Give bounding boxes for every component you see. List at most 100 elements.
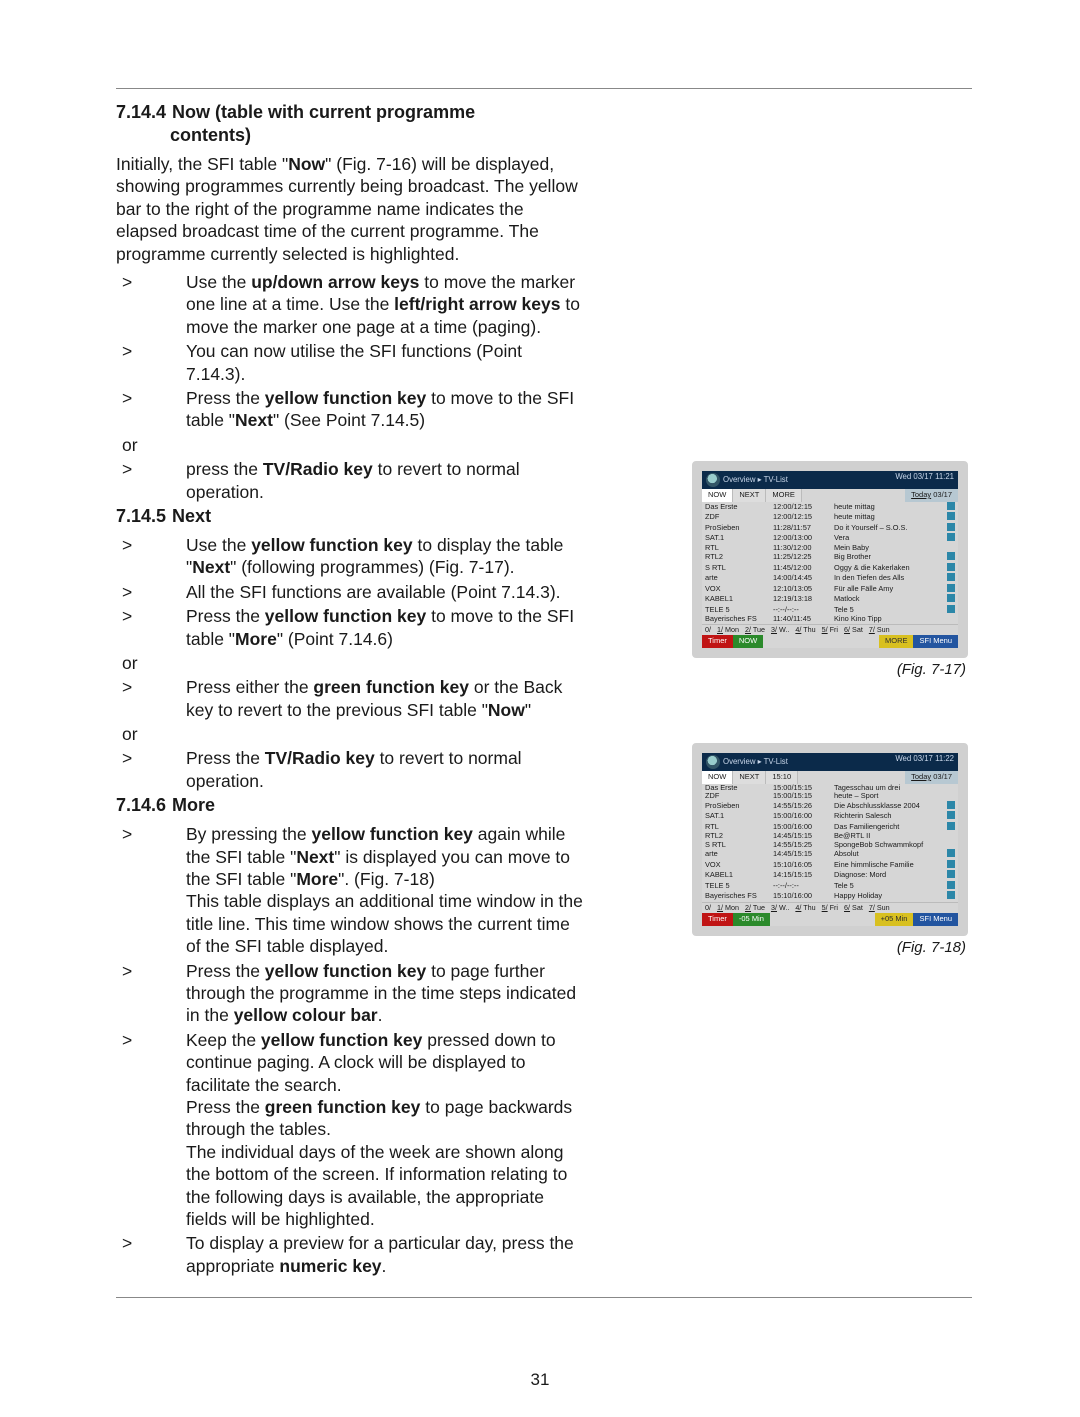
list-item-text: Use the up/down arrow keys to move the m… bbox=[186, 271, 586, 338]
record-icon bbox=[947, 860, 955, 868]
epg-row[interactable]: Bayerisches FS15:10/16:00Happy Holiday bbox=[702, 891, 958, 902]
tab-more[interactable]: 15:10 bbox=[766, 771, 798, 784]
blue-key-label[interactable]: SFI Menu bbox=[913, 635, 958, 648]
epg-row[interactable]: arte14:45/15:15Absolut bbox=[702, 849, 958, 860]
list-item: >Press either the green function key or … bbox=[116, 676, 586, 721]
bullet-list: >Press the TV/Radio key to revert to nor… bbox=[116, 747, 586, 792]
section-number: 7.14.4 bbox=[116, 102, 166, 122]
sfi-logo-icon bbox=[706, 755, 720, 769]
day-button[interactable]: 6/ Sat bbox=[841, 625, 866, 635]
day-button[interactable]: 2/ Tue bbox=[742, 903, 768, 913]
figure-7-18: Overview ▸ TV-ListWed 03/17 11:22NOWNEXT… bbox=[692, 743, 972, 957]
section-7-14-6-heading: 7.14.6More bbox=[116, 794, 586, 817]
list-item-text: Press the yellow function key to move to… bbox=[186, 605, 586, 650]
record-icon bbox=[947, 512, 955, 520]
epg-row[interactable]: ProSieben11:28/11:57Do it Yourself – S.O… bbox=[702, 523, 958, 534]
epg-row[interactable]: ZDF12:00/12:15heute mittag bbox=[702, 512, 958, 523]
epg-row[interactable]: VOX12:10/13:05Für alle Fälle Amy bbox=[702, 584, 958, 595]
section-7-14-5-heading: 7.14.5Next bbox=[116, 505, 586, 528]
tab-now[interactable]: NOW bbox=[702, 771, 733, 784]
yellow-key-label[interactable]: +05 Min bbox=[875, 913, 914, 926]
day-button[interactable]: 0/ bbox=[702, 625, 714, 635]
day-button[interactable]: 3/ W.. bbox=[768, 903, 792, 913]
chevron-icon: > bbox=[116, 747, 186, 769]
epg-row[interactable]: Das Erste12:00/12:15heute mittag bbox=[702, 502, 958, 513]
bullet-list: >Use the up/down arrow keys to move the … bbox=[116, 271, 586, 432]
day-button[interactable]: 6/ Sat bbox=[841, 903, 866, 913]
day-button[interactable]: 2/ Tue bbox=[742, 625, 768, 635]
yellow-key-label[interactable]: MORE bbox=[879, 635, 914, 648]
chevron-icon: > bbox=[116, 534, 186, 556]
blue-key-label[interactable]: SFI Menu bbox=[913, 913, 958, 926]
day-button[interactable]: 4/ Thu bbox=[792, 903, 818, 913]
record-icon bbox=[947, 523, 955, 531]
chevron-icon: > bbox=[116, 340, 186, 362]
list-item-text: Press either the green function key or t… bbox=[186, 676, 586, 721]
epg-row[interactable]: SAT.112:00/13:00Vera bbox=[702, 533, 958, 544]
bullet-list: >Press either the green function key or … bbox=[116, 676, 586, 721]
epg-row[interactable]: KABEL114:15/15:15Diagnose: Mord bbox=[702, 870, 958, 881]
epg-row[interactable]: KABEL112:19/13:18Matlock bbox=[702, 594, 958, 605]
day-button[interactable]: 1/ Mon bbox=[714, 625, 742, 635]
epg-row[interactable]: S RTL14:55/15:25SpongeBob Schwammkopf bbox=[702, 841, 958, 850]
chevron-icon: > bbox=[116, 676, 186, 698]
bullet-list: >Use the yellow function key to display … bbox=[116, 534, 586, 650]
timer-button[interactable]: Timer bbox=[702, 913, 733, 926]
epg-row[interactable]: ProSieben14:55/15:26Die Abschlussklasse … bbox=[702, 801, 958, 812]
epg-row[interactable]: RTL211:25/12:25Big Brother bbox=[702, 552, 958, 563]
day-button[interactable]: 4/ Thu bbox=[792, 625, 818, 635]
chevron-icon: > bbox=[116, 1232, 186, 1254]
epg-row[interactable]: TELE 5--:--/--:--Tele 5 bbox=[702, 881, 958, 892]
list-item: >Press the yellow function key to move t… bbox=[116, 387, 586, 432]
list-item: >Press the yellow function key to move t… bbox=[116, 605, 586, 650]
section-title: More bbox=[172, 795, 215, 815]
list-item-text: You can now utilise the SFI functions (P… bbox=[186, 340, 586, 385]
chevron-icon: > bbox=[116, 1029, 186, 1051]
record-icon bbox=[947, 552, 955, 560]
tab-next[interactable]: NEXT bbox=[733, 489, 766, 502]
section-intro: Initially, the SFI table "Now" (Fig. 7-1… bbox=[116, 153, 586, 265]
sfi-logo-icon bbox=[706, 473, 720, 487]
bullet-list: >By pressing the yellow function key aga… bbox=[116, 823, 586, 1277]
epg-row[interactable]: Das Erste15:00/15:15Tagesschau um drei bbox=[702, 784, 958, 793]
section-7-14-4-heading: 7.14.4Now (table with current programme … bbox=[116, 101, 586, 147]
list-item-text: Use the yellow function key to display t… bbox=[186, 534, 586, 579]
epg-row[interactable]: ZDF15:00/15:15heute – Sport bbox=[702, 792, 958, 801]
day-button[interactable]: 0/ bbox=[702, 903, 714, 913]
day-button[interactable]: 7/ Sun bbox=[866, 625, 893, 635]
day-button[interactable]: 3/ W.. bbox=[768, 625, 792, 635]
day-button[interactable]: 5/ Fri bbox=[819, 903, 841, 913]
epg-row[interactable]: S RTL11:45/12:00Oggy & die Kakerlaken bbox=[702, 563, 958, 574]
record-icon bbox=[947, 584, 955, 592]
day-button[interactable]: 1/ Mon bbox=[714, 903, 742, 913]
record-icon bbox=[947, 594, 955, 602]
date-tab[interactable]: Today 03/17 bbox=[905, 489, 958, 502]
record-icon bbox=[947, 881, 955, 889]
list-item: >By pressing the yellow function key aga… bbox=[116, 823, 586, 957]
timer-button[interactable]: Timer bbox=[702, 635, 733, 648]
epg-row[interactable]: arte14:00/14:45In den Tiefen des Alls bbox=[702, 573, 958, 584]
epg-row[interactable]: VOX15:10/16:05Eine himmlische Familie bbox=[702, 860, 958, 871]
tab-now[interactable]: NOW bbox=[702, 489, 733, 502]
figure-caption: (Fig. 7-18) bbox=[692, 938, 966, 957]
or-separator: or bbox=[122, 434, 586, 456]
tab-next[interactable]: NEXT bbox=[733, 771, 766, 784]
list-item-text: Press the yellow function key to move to… bbox=[186, 387, 586, 432]
epg-row[interactable]: RTL15:00/16:00Das Familiengericht bbox=[702, 822, 958, 833]
chevron-icon: > bbox=[116, 271, 186, 293]
day-button[interactable]: 5/ Fri bbox=[819, 625, 841, 635]
epg-row[interactable]: RTL11:30/12:00Mein Baby bbox=[702, 544, 958, 553]
green-key-label[interactable]: -05 Min bbox=[733, 913, 770, 926]
list-item-text: All the SFI functions are available (Poi… bbox=[186, 581, 586, 603]
record-icon bbox=[947, 563, 955, 571]
record-icon bbox=[947, 533, 955, 541]
tab-more[interactable]: MORE bbox=[766, 489, 802, 502]
epg-row[interactable]: Bayerisches FS11:40/11:45Kino Kino Tipp bbox=[702, 615, 958, 624]
green-key-label[interactable]: NOW bbox=[733, 635, 763, 648]
day-button[interactable]: 7/ Sun bbox=[866, 903, 893, 913]
date-tab[interactable]: Today 03/17 bbox=[905, 771, 958, 784]
section-number: 7.14.5 bbox=[116, 506, 166, 526]
record-icon bbox=[947, 502, 955, 510]
epg-row[interactable]: SAT.115:00/16:00Richterin Salesch bbox=[702, 811, 958, 822]
chevron-icon: > bbox=[116, 458, 186, 480]
